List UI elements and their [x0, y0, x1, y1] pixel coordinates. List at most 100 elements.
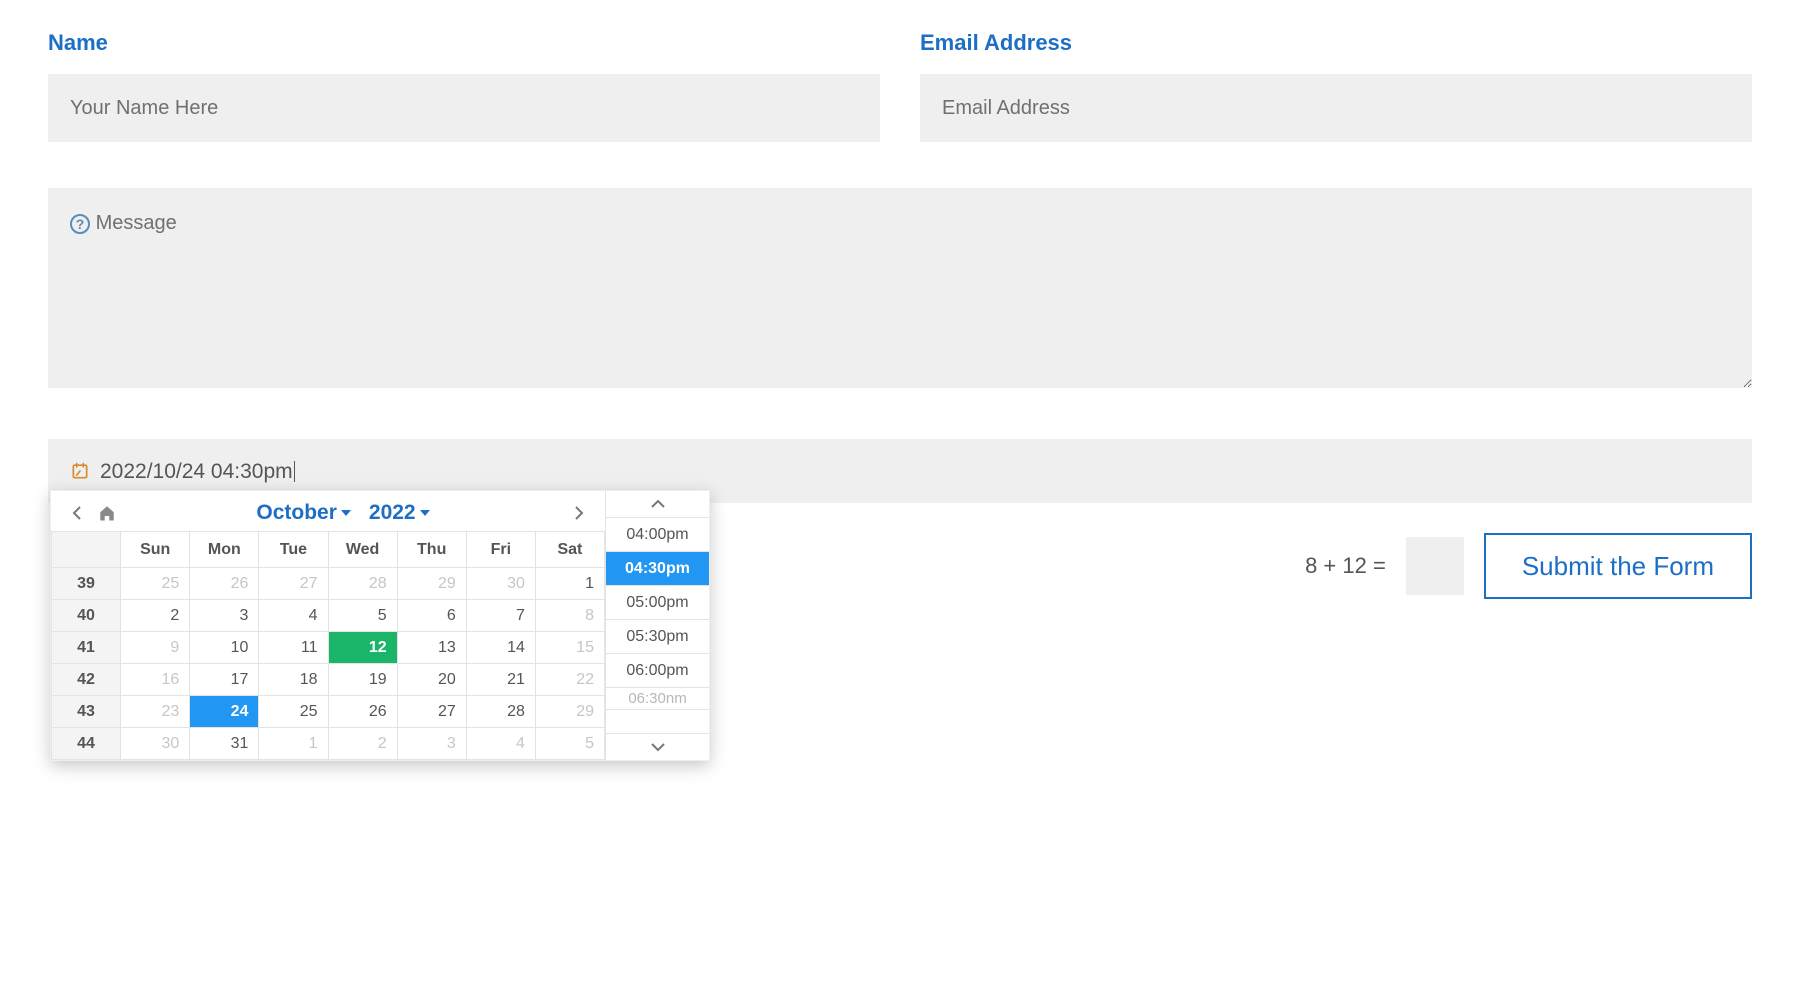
time-list: 04:00pm04:30pm05:00pm05:30pm06:00pm06:30… [606, 517, 709, 734]
year-label: 2022 [369, 501, 416, 525]
calendar-day[interactable]: 5 [535, 728, 604, 760]
calendar-day[interactable]: 22 [535, 664, 604, 696]
calendar-day[interactable]: 13 [397, 632, 466, 664]
calendar-header: October 2022 [51, 491, 605, 531]
calendar-day[interactable]: 17 [190, 664, 259, 696]
calendar-day[interactable]: 27 [397, 696, 466, 728]
time-option-partial[interactable]: 06:30nm [606, 688, 709, 710]
name-label: Name [48, 30, 880, 56]
calendar-day[interactable]: 24 [190, 696, 259, 728]
calendar-day[interactable]: 14 [466, 632, 535, 664]
time-scroll-down[interactable] [606, 734, 709, 760]
month-label: October [256, 501, 337, 525]
calendar-day[interactable]: 26 [190, 568, 259, 600]
calendar-day[interactable]: 3 [190, 600, 259, 632]
calendar-day[interactable]: 28 [466, 696, 535, 728]
name-email-row: Name Email Address [48, 30, 1752, 142]
calendar-row: 4323242526272829 [52, 696, 605, 728]
datetime-picker: October 2022 Sun Mon [50, 490, 710, 761]
message-textarea[interactable] [48, 188, 1752, 388]
calendar-row: 419101112131415 [52, 632, 605, 664]
calendar-day[interactable]: 4 [466, 728, 535, 760]
time-scroll-up[interactable] [606, 491, 709, 517]
calendar-day[interactable]: 18 [259, 664, 328, 696]
page-root: Name Email Address ? Message [0, 0, 1800, 984]
calendar-day[interactable]: 29 [535, 696, 604, 728]
datetime-value: 2022/10/24 04:30pm [100, 461, 295, 482]
calendar-day[interactable]: 11 [259, 632, 328, 664]
week-number: 44 [52, 728, 121, 760]
calendar-day[interactable]: 2 [121, 600, 190, 632]
week-number: 39 [52, 568, 121, 600]
calendar-day[interactable]: 7 [466, 600, 535, 632]
email-col: Email Address [920, 30, 1752, 142]
calendar-day[interactable]: 27 [259, 568, 328, 600]
time-panel: 04:00pm04:30pm05:00pm05:30pm06:00pm06:30… [605, 491, 709, 760]
year-select[interactable]: 2022 [369, 501, 430, 525]
calendar-day[interactable]: 8 [535, 600, 604, 632]
calendar-day[interactable]: 29 [397, 568, 466, 600]
captcha-label: 8 + 12 = [1305, 553, 1386, 579]
captcha-input[interactable] [1406, 537, 1464, 595]
name-col: Name [48, 30, 880, 142]
message-wrap: ? Message [48, 188, 1752, 393]
calendar-row: 402345678 [52, 600, 605, 632]
month-year: October 2022 [119, 501, 567, 525]
calendar-day[interactable]: 30 [121, 728, 190, 760]
email-input[interactable] [920, 74, 1752, 142]
week-number: 43 [52, 696, 121, 728]
time-option[interactable]: 04:00pm [606, 518, 709, 552]
calendar-row: 44303112345 [52, 728, 605, 760]
email-label: Email Address [920, 30, 1752, 56]
calendar-icon [70, 461, 90, 481]
week-number: 41 [52, 632, 121, 664]
home-icon[interactable] [95, 501, 119, 525]
calendar-day[interactable]: 21 [466, 664, 535, 696]
calendar-day[interactable]: 26 [328, 696, 397, 728]
day-header: Sat [535, 532, 604, 568]
calendar-day[interactable]: 1 [535, 568, 604, 600]
calendar-day[interactable]: 3 [397, 728, 466, 760]
week-number: 40 [52, 600, 121, 632]
day-header: Mon [190, 532, 259, 568]
time-option[interactable]: 04:30pm [606, 552, 709, 586]
next-month-button[interactable] [567, 501, 591, 525]
calendar-row: 392526272829301 [52, 568, 605, 600]
day-header: Fri [466, 532, 535, 568]
time-option[interactable]: 06:00pm [606, 654, 709, 688]
calendar-day[interactable]: 9 [121, 632, 190, 664]
calendar-day[interactable]: 30 [466, 568, 535, 600]
day-header: Wed [328, 532, 397, 568]
calendar-day[interactable]: 5 [328, 600, 397, 632]
calendar-day[interactable]: 1 [259, 728, 328, 760]
week-header-blank [52, 532, 121, 568]
calendar-day[interactable]: 25 [121, 568, 190, 600]
day-header: Sun [121, 532, 190, 568]
month-select[interactable]: October [256, 501, 351, 525]
calendar-row: 4216171819202122 [52, 664, 605, 696]
calendar-day[interactable]: 20 [397, 664, 466, 696]
calendar-header-row: Sun Mon Tue Wed Thu Fri Sat [52, 532, 605, 568]
time-option[interactable]: 05:30pm [606, 620, 709, 654]
calendar-grid-panel: October 2022 Sun Mon [51, 491, 605, 760]
week-number: 42 [52, 664, 121, 696]
day-header: Tue [259, 532, 328, 568]
calendar-day[interactable]: 6 [397, 600, 466, 632]
calendar-day[interactable]: 2 [328, 728, 397, 760]
calendar-day[interactable]: 12 [328, 632, 397, 664]
time-option[interactable]: 05:00pm [606, 586, 709, 620]
calendar-day[interactable]: 15 [535, 632, 604, 664]
name-input[interactable] [48, 74, 880, 142]
calendar-day[interactable]: 28 [328, 568, 397, 600]
calendar-day[interactable]: 19 [328, 664, 397, 696]
caret-down-icon [341, 510, 351, 516]
calendar-day[interactable]: 4 [259, 600, 328, 632]
calendar-day[interactable]: 16 [121, 664, 190, 696]
calendar-day[interactable]: 10 [190, 632, 259, 664]
prev-month-button[interactable] [65, 501, 89, 525]
calendar-day[interactable]: 25 [259, 696, 328, 728]
calendar-day[interactable]: 31 [190, 728, 259, 760]
day-header: Thu [397, 532, 466, 568]
submit-button[interactable]: Submit the Form [1484, 533, 1752, 599]
calendar-day[interactable]: 23 [121, 696, 190, 728]
